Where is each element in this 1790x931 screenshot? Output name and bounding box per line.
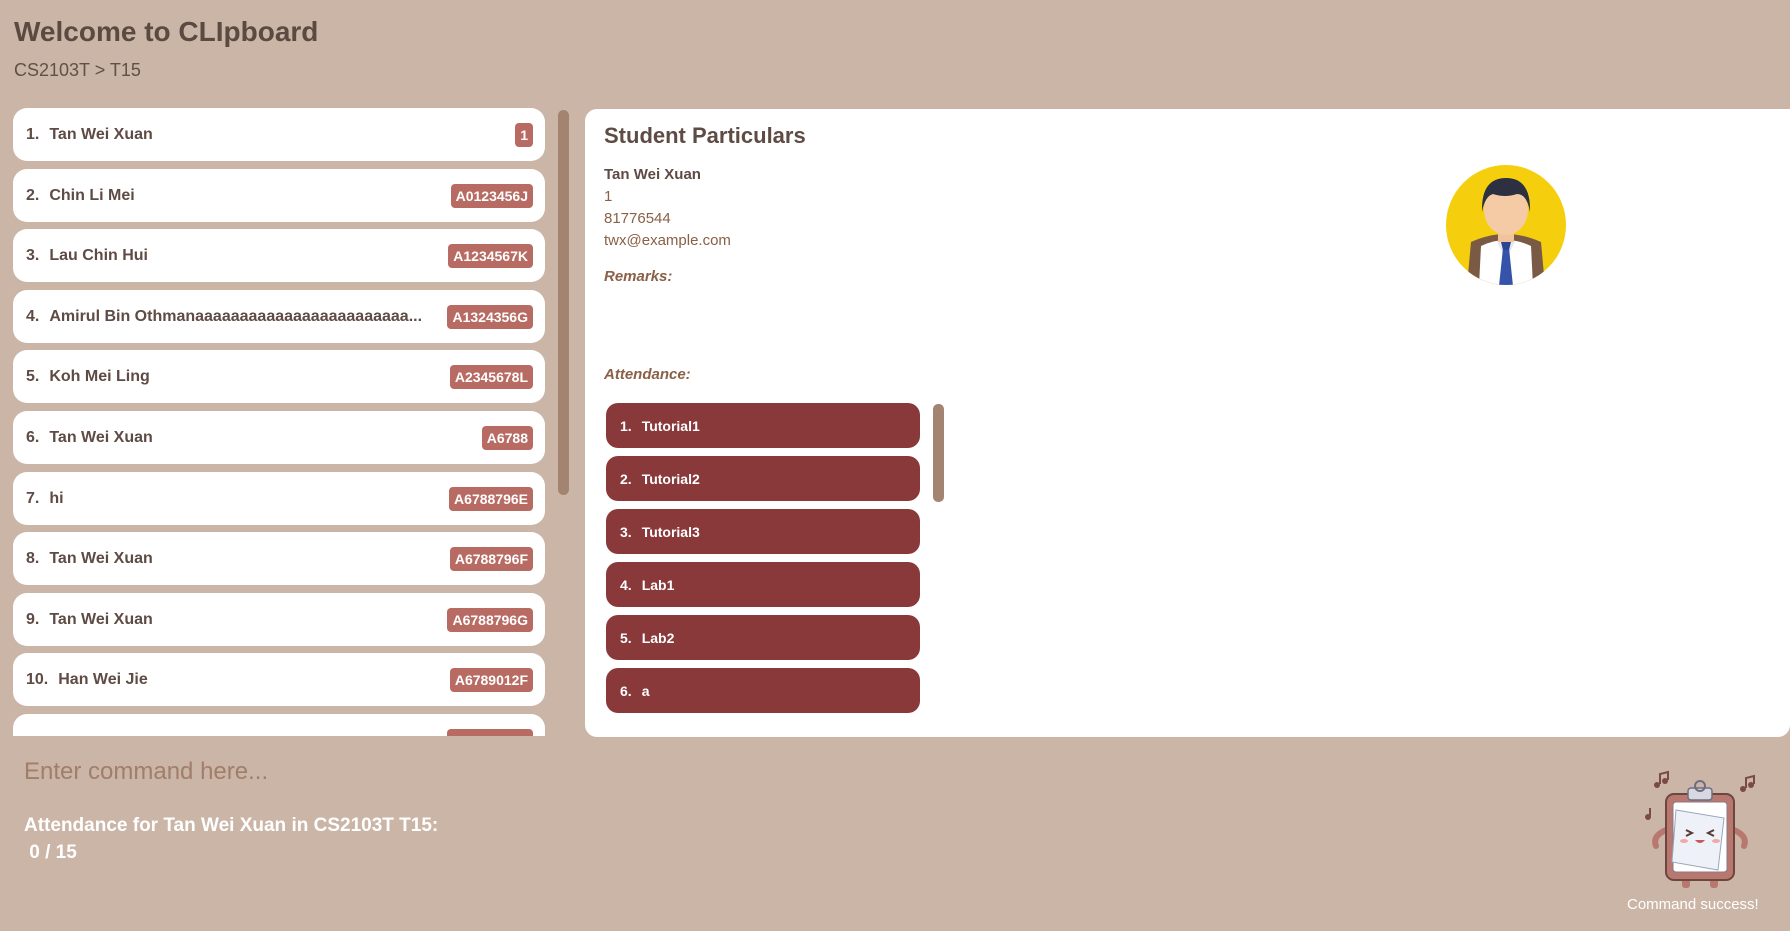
student-id-badge: A1324356G (447, 304, 533, 329)
attendance-session: Tutorial1 (641, 417, 700, 434)
attendance-item[interactable]: 1. Tutorial1 (606, 403, 920, 448)
app-title: Welcome to CLIpboard (14, 16, 319, 47)
command-result: Attendance for Tan Wei Xuan in CS2103T T… (24, 812, 438, 866)
student-card[interactable]: 3. Lau Chin Hui A1234567K (13, 229, 545, 282)
student-index: 1. (26, 125, 40, 143)
attendance-session: Tutorial3 (641, 523, 700, 540)
attendance-session: a (641, 682, 650, 699)
attendance-list[interactable]: 1. Tutorial1 2. Tutorial2 3. Tutorial3 4… (606, 403, 920, 735)
attendance-item[interactable]: 2. Tutorial2 (606, 456, 920, 501)
student-card[interactable]: 7. hi A6788796E (13, 472, 545, 525)
student-list-scrollbar[interactable] (558, 110, 569, 495)
student-name: Amirul Bin Othmanaaaaaaaaaaaaaaaaaaaaaaa… (49, 307, 423, 325)
student-index: 2. (26, 186, 40, 204)
attendance-session: Tutorial2 (641, 470, 700, 487)
detail-name: Tan Wei Xuan (604, 166, 701, 183)
student-name: Han Wei Jie (58, 670, 148, 688)
attendance-index: 2. (620, 470, 632, 487)
student-name: Koh Mei Ling (49, 367, 150, 385)
student-card[interactable]: 6. Tan Wei Xuan A6788 (13, 411, 545, 464)
student-id-badge: A0123456J (450, 183, 533, 208)
student-name: Chin Li Mei (49, 186, 135, 204)
attendance-label: Attendance: (604, 366, 691, 383)
result-line-2: 0 / 15 (24, 842, 77, 863)
student-card[interactable]: 1. Tan Wei Xuan 1 (13, 108, 545, 161)
attendance-list-scrollbar[interactable] (933, 404, 944, 502)
student-index: 5. (26, 367, 40, 385)
student-id-badge: A6788796G (447, 607, 533, 632)
attendance-item[interactable]: 5. Lab2 (606, 615, 920, 660)
attendance-item[interactable]: 4. Lab1 (606, 562, 920, 607)
attendance-index: 1. (620, 417, 632, 434)
student-id-badge (447, 728, 533, 736)
student-index: 8. (26, 549, 40, 567)
student-avatar-icon (1446, 165, 1566, 285)
student-id-badge: A6789012F (449, 667, 533, 692)
result-line-1: Attendance for Tan Wei Xuan in CS2103T T… (24, 815, 439, 836)
detail-student-id: 1 (604, 188, 613, 205)
student-index: 3. (26, 246, 40, 264)
student-particulars-panel: Student Particulars Tan Wei Xuan 1 81776… (585, 109, 1790, 737)
attendance-index: 4. (620, 576, 632, 593)
student-name: Tan Wei Xuan (49, 428, 153, 446)
student-id-badge: A2345678L (449, 364, 533, 389)
student-index: 9. (26, 610, 40, 628)
student-index: 6. (26, 428, 40, 446)
student-name: Tan Wei Xuan (49, 549, 153, 567)
student-index: 4. (26, 307, 40, 325)
student-id-badge: 1 (515, 122, 533, 147)
student-name: Tan Wei Xuan (49, 125, 153, 143)
student-id-badge: A6788 (481, 425, 533, 450)
attendance-session: Lab1 (641, 576, 675, 593)
student-list[interactable]: 1. Tan Wei Xuan 1 2. Chin Li Mei A012345… (13, 108, 545, 736)
student-card[interactable]: 8. Tan Wei Xuan A6788796F (13, 532, 545, 585)
student-index: 7. (26, 489, 40, 507)
student-name: Lau Chin Hui (49, 246, 148, 264)
command-input[interactable] (12, 752, 1586, 792)
student-card[interactable]: 4. Amirul Bin Othmanaaaaaaaaaaaaaaaaaaaa… (13, 290, 545, 343)
attendance-index: 3. (620, 523, 632, 540)
breadcrumb[interactable]: CS2103T > T15 (14, 60, 141, 81)
detail-phone: 81776544 (604, 210, 671, 227)
student-id-badge: A6788796F (449, 546, 533, 571)
attendance-index: 6. (620, 682, 632, 699)
particulars-heading: Student Particulars (604, 123, 806, 148)
student-name: Tan Wei Xuan (49, 610, 153, 628)
student-id-badge: A6788796E (449, 486, 533, 511)
student-card[interactable]: 5. Koh Mei Ling A2345678L (13, 350, 545, 403)
student-name: hi (49, 489, 64, 507)
student-id-badge: A1234567K (448, 243, 533, 268)
remarks-label: Remarks: (604, 268, 673, 285)
student-card[interactable]: 9. Tan Wei Xuan A6788796G (13, 593, 545, 646)
command-status: Command success! (1627, 896, 1759, 913)
student-index: 10. (26, 670, 49, 688)
student-card-partial[interactable] (13, 714, 545, 736)
attendance-item[interactable]: 3. Tutorial3 (606, 509, 920, 554)
attendance-index: 5. (620, 629, 632, 646)
attendance-item[interactable]: 6. a (606, 668, 920, 713)
student-card[interactable]: 2. Chin Li Mei A0123456J (13, 169, 545, 222)
attendance-session: Lab2 (641, 629, 675, 646)
clipboard-mascot-icon (1645, 770, 1755, 888)
detail-email: twx@example.com (604, 232, 731, 249)
student-card[interactable]: 10. Han Wei Jie A6789012F (13, 653, 545, 706)
